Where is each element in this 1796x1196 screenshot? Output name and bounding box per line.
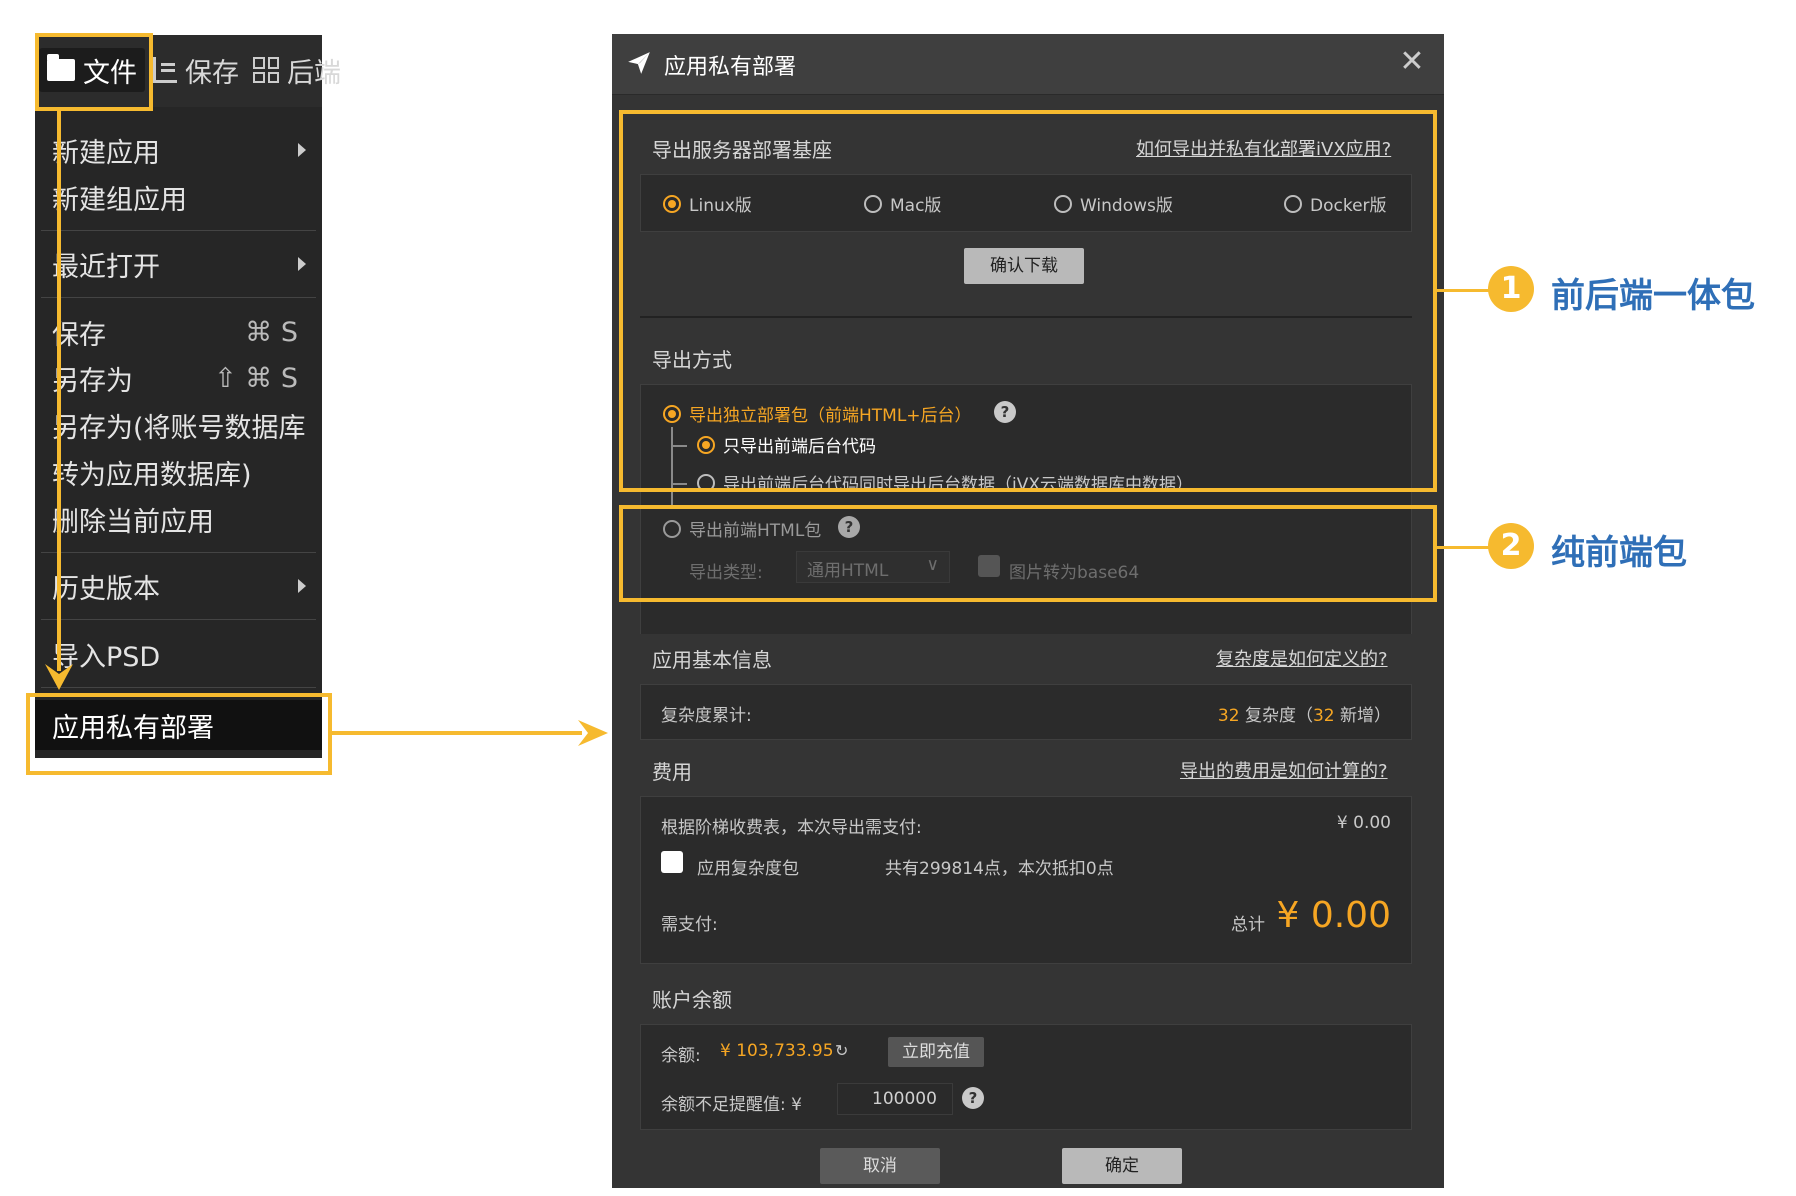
- menu-item-new-app[interactable]: 新建应用: [35, 127, 322, 173]
- dialog-title: 应用私有部署: [664, 55, 797, 80]
- dialog-header: 应用私有部署 ✕: [612, 34, 1444, 95]
- save-toolbar-label: 保存: [185, 57, 239, 89]
- complexity-summary: 32 复杂度（32 新增）: [1218, 701, 1391, 726]
- menu-item-save-as[interactable]: 另存为 ⇧ ⌘ S: [35, 355, 322, 401]
- balance-section-title: 账户余额: [652, 988, 732, 1012]
- save-toolbar-button[interactable]: 保存: [153, 48, 239, 92]
- complexity-panel: 复杂度累计: 32 复杂度（32 新增）: [640, 684, 1412, 740]
- tier-fee-value: ¥ 0.00: [1336, 813, 1391, 833]
- menu-item-label: 转为应用数据库): [52, 459, 252, 491]
- annotation-badge-1: 1: [1488, 266, 1534, 312]
- balance-panel: 余额: ¥ 103,733.95 ↻ 立即充值 余额不足提醒值: ¥ 10000…: [640, 1024, 1412, 1130]
- menu-item-label: 另存为: [52, 365, 133, 397]
- complexity-new: 32: [1312, 706, 1335, 726]
- tier-fee-label: 根据阶梯收费表，本次导出需支付:: [661, 818, 922, 838]
- menu-item-label: 删除当前应用: [52, 506, 214, 538]
- submenu-arrow-icon: [298, 579, 306, 593]
- private-deploy-callout: [26, 693, 332, 775]
- menu-item-save-as-db[interactable]: 另存为(将账号数据库: [35, 402, 322, 448]
- callout-connector: [1437, 289, 1491, 292]
- menu-item-label: 历史版本: [52, 573, 160, 605]
- file-button-callout: [35, 33, 153, 111]
- menu-divider: [41, 552, 316, 553]
- menu-divider: [41, 687, 316, 688]
- backend-toolbar-button[interactable]: 后端: [253, 48, 341, 92]
- menu-item-save[interactable]: 保存 ⌘ S: [35, 309, 322, 355]
- complexity-help-link[interactable]: 复杂度是如何定义的?: [1216, 645, 1388, 671]
- menu-divider: [41, 619, 316, 620]
- menu-item-label: 新建组应用: [52, 184, 187, 216]
- complexity-new-suffix: 新增）: [1340, 706, 1391, 726]
- callout-arrow-down-icon: [45, 664, 73, 690]
- backend-toolbar-label: 后端: [287, 57, 341, 89]
- menu-divider: [41, 230, 316, 231]
- pay-label: 需支付:: [661, 915, 718, 935]
- menu-item-import-psd[interactable]: 导入PSD: [35, 631, 322, 677]
- menu-divider: [41, 297, 316, 298]
- save-icon: [153, 57, 177, 83]
- balance-value: ¥ 103,733.95: [720, 1041, 834, 1061]
- complexity-package-note: 共有299814点，本次抵扣0点: [885, 859, 1114, 879]
- menu-item-new-group-app[interactable]: 新建组应用: [35, 174, 322, 220]
- callout-connector: [1437, 546, 1491, 549]
- bundle-package-callout: [619, 110, 1437, 492]
- menu-item-save-as-db-cont[interactable]: 转为应用数据库): [35, 449, 322, 495]
- menu-shortcut: ⌘ S: [245, 316, 298, 348]
- balance-label: 余额:: [661, 1046, 701, 1066]
- frontend-package-callout: [619, 505, 1437, 602]
- menu-shortcut: ⇧ ⌘ S: [214, 362, 298, 394]
- help-icon[interactable]: ?: [962, 1087, 984, 1109]
- confirm-button[interactable]: 确定: [1062, 1148, 1182, 1184]
- annotation-badge-2: 2: [1488, 523, 1534, 569]
- paper-plane-icon: [628, 52, 650, 74]
- threshold-label: 余额不足提醒值: ¥: [661, 1095, 802, 1115]
- fee-section-title: 费用: [652, 760, 692, 784]
- callout-connector: [57, 111, 61, 671]
- threshold-input[interactable]: 100000: [837, 1083, 953, 1115]
- menu-item-label: 新建应用: [52, 137, 160, 169]
- fee-panel: 根据阶梯收费表，本次导出需支付: ¥ 0.00 应用复杂度包 共有299814点…: [640, 796, 1412, 964]
- annotation-label-1: 前后端一体包: [1551, 276, 1755, 316]
- fee-help-link[interactable]: 导出的费用是如何计算的?: [1180, 757, 1388, 783]
- total-value: ¥ 0.00: [1276, 895, 1391, 936]
- menu-item-label: 最近打开: [52, 251, 160, 283]
- menu-item-label: 另存为(将账号数据库: [52, 412, 306, 444]
- complexity-label: 复杂度累计:: [661, 706, 752, 726]
- close-icon[interactable]: ✕: [1398, 47, 1426, 77]
- callout-arrow-right-icon: [578, 720, 608, 746]
- complexity-total: 32: [1217, 706, 1240, 726]
- cancel-button[interactable]: 取消: [820, 1148, 940, 1184]
- callout-connector: [332, 731, 582, 735]
- complexity-package-checkbox[interactable]: [661, 851, 683, 873]
- recharge-button[interactable]: 立即充值: [888, 1037, 984, 1067]
- menu-item-recent[interactable]: 最近打开: [35, 241, 322, 287]
- submenu-arrow-icon: [298, 143, 306, 157]
- grid-icon: [253, 57, 279, 83]
- annotation-label-2: 纯前端包: [1551, 533, 1687, 573]
- info-section-title: 应用基本信息: [652, 648, 772, 672]
- complexity-package-label: 应用复杂度包: [697, 859, 799, 879]
- file-dropdown-menu: 新建应用 新建组应用 最近打开 保存 ⌘ S 另存为 ⇧ ⌘ S 另存为(将账号…: [35, 107, 322, 758]
- menu-item-history[interactable]: 历史版本: [35, 563, 322, 609]
- submenu-arrow-icon: [298, 257, 306, 271]
- complexity-unit: 复杂度（: [1244, 706, 1313, 726]
- total-label: 总计: [1231, 915, 1265, 935]
- refresh-icon[interactable]: ↻: [835, 1041, 848, 1060]
- menu-item-delete-app[interactable]: 删除当前应用: [35, 496, 322, 542]
